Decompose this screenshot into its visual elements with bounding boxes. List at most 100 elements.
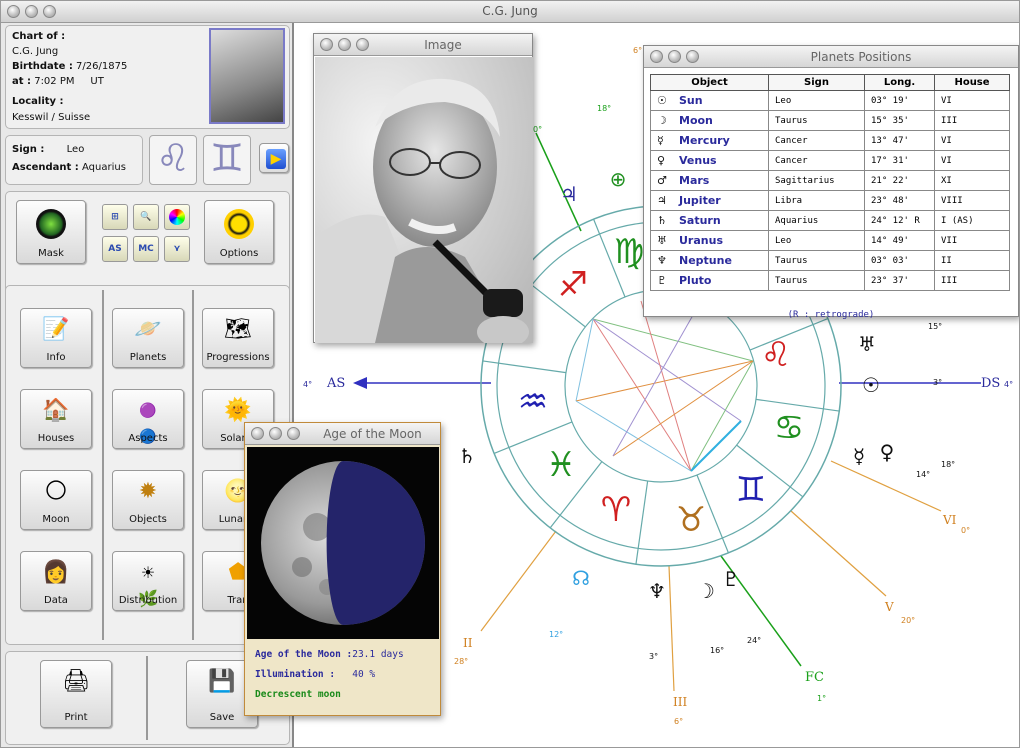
aspect-grid-button[interactable]: ⋎ [164,236,190,262]
locality-label: Locality : [12,96,64,107]
svg-text:6°: 6° [633,46,642,55]
planet-object-cell: ♅ Uranus [650,230,769,251]
zoom-button-tool[interactable]: 🔍 [133,204,159,230]
timezone-value: UT [90,76,104,87]
color-wheel-icon [169,208,185,225]
next-arrow-button[interactable]: ▶ [259,143,289,173]
planet-object-cell: ♃ Jupiter [650,190,769,211]
planets-close-button[interactable] [650,50,663,63]
svg-text:3°: 3° [649,652,658,661]
planet-name: Venus [679,154,717,167]
illumination-line: Illumination : 40 % [255,669,375,680]
mask-button[interactable]: Mask [16,200,86,264]
image-window-titlebar[interactable]: Image [314,34,532,56]
retrograde-note: (R : retrograde) [787,310,875,320]
planets-window-titlebar[interactable]: Planets Positions [644,46,1018,68]
saturn-planet-icon: 🪐 [134,317,162,342]
planets-minimize-button[interactable] [668,50,681,63]
print-button[interactable]: 🖨 Print [40,660,112,728]
planets-window[interactable]: Planets Positions Object Sign Long. Hous… [643,45,1019,320]
planet-sign-cell: Leo [768,230,865,251]
as-degree: 4° [303,380,312,389]
svg-text:♊: ♊ [736,470,766,510]
printer-icon: 🖨 [62,669,90,694]
table-row[interactable]: ♀ Venus Cancer 17° 31' VI [650,150,1010,171]
planets-label: Planets [129,352,167,363]
table-row[interactable]: ♃ Jupiter Libra 23° 48' VIII [650,190,1010,211]
svg-text:14°: 14° [916,470,930,479]
table-row[interactable]: ♆ Neptune Taurus 03° 03' II [650,250,1010,271]
table-row[interactable]: ☿ Mercury Cancer 13° 47' VI [650,130,1010,151]
image-minimize-button[interactable] [338,38,351,51]
planet-longitude-cell: 23° 48' [864,190,935,211]
planet-object-cell: ♇ Pluto [650,270,769,291]
sector-divider [635,480,649,565]
moon-window-titlebar[interactable]: Age of the Moon [245,423,440,445]
fc-label: FC [805,670,824,685]
col-house-header[interactable]: House [934,74,1010,91]
svg-text:♇: ♇ [722,567,740,591]
planet-sign-cell: Libra [768,190,865,211]
planet-name: Pluto [679,274,712,287]
planet-longitude-cell: 03° 03' [864,250,935,271]
planets-window-title: Planets Positions [810,50,912,64]
portrait-photo [315,57,533,343]
moon-minimize-button[interactable] [269,427,282,440]
magnifier-icon: 🔍 [140,212,152,222]
planet-name: Jupiter [679,194,721,207]
distribution-label: Distribution [118,595,178,606]
moon-icon: 🌕 [44,479,68,504]
col-sign-header[interactable]: Sign [768,74,865,91]
nav-divider-1 [102,290,104,640]
houses-label: Houses [37,433,75,444]
fc-degree: 1° [817,694,826,703]
col-object-header[interactable]: Object [650,74,769,91]
table-row[interactable]: ☉ Sun Leo 03° 19' VI [650,90,1010,111]
table-header-row: Object Sign Long. House [650,74,1010,91]
svg-text:☊: ☊ [572,566,590,590]
planet-sign-cell: Leo [768,90,865,111]
data-label: Data [44,595,68,606]
image-close-button[interactable] [320,38,333,51]
distribution-button[interactable]: ☀ 🌿 Distribution [112,551,184,611]
svg-text:16°: 16° [710,646,724,655]
chart-info-group: Chart of : C.G. Jung Birthdate : 7/26/18… [5,25,290,129]
progressions-button[interactable]: 🗺 Progressions [202,308,274,368]
info-button[interactable]: 📝 Info [20,308,92,368]
portrait-thumbnail[interactable] [209,28,285,124]
planets-button[interactable]: 🪐 Planets [112,308,184,368]
moon-window[interactable]: Age of the Moon Age of the Moon :23.1 da… [244,422,441,716]
image-window[interactable]: Image [313,33,533,343]
table-row[interactable]: ♄ Saturn Aquarius 24° 12' RI (AS) [650,210,1010,231]
houses-button[interactable]: 🏠 Houses [20,389,92,449]
moon-button[interactable]: 🌕 Moon [20,470,92,530]
col-long-header[interactable]: Long. [864,74,935,91]
objects-button[interactable]: ✹ Objects [112,470,184,530]
data-button[interactable]: 👩 Data [20,551,92,611]
mc-button[interactable]: MC [133,236,159,262]
aspects-button[interactable]: 🟣 🔵 Aspects [112,389,184,449]
moon-age-label: Age of the Moon : [255,649,353,660]
planet-house-cell: I (AS) [934,210,1010,231]
table-row[interactable]: ☽ Moon Taurus 15° 35' III [650,110,1010,131]
planet-name: Sun [679,94,703,107]
moon-window-controls [251,427,300,440]
table-row[interactable]: ♅ Uranus Leo 14° 49' VII [650,230,1010,251]
planet-house-cell: XI [934,170,1010,191]
planet-glyph-icon: ♆ [657,254,667,267]
as-button[interactable]: AS [102,236,128,262]
table-row[interactable]: ♇ Pluto Taurus 23° 37' III [650,270,1010,291]
planet-sign-cell: Taurus [768,270,865,291]
planets-zoom-button[interactable] [686,50,699,63]
svg-text:20°: 20° [901,616,915,625]
moon-zoom-button[interactable] [287,427,300,440]
color-wheel-button[interactable] [164,204,190,230]
svg-text:♍: ♍ [614,232,644,272]
moon-close-button[interactable] [251,427,264,440]
chart-style-button[interactable]: ⊞ [102,204,128,230]
aspect-grid-icon: ⋎ [173,244,181,254]
svg-text:II: II [463,636,473,650]
planet-house-cell: VI [934,130,1010,151]
table-row[interactable]: ♂ Mars Sagittarius 21° 22' XI [650,170,1010,191]
options-button[interactable]: Options [204,200,274,264]
